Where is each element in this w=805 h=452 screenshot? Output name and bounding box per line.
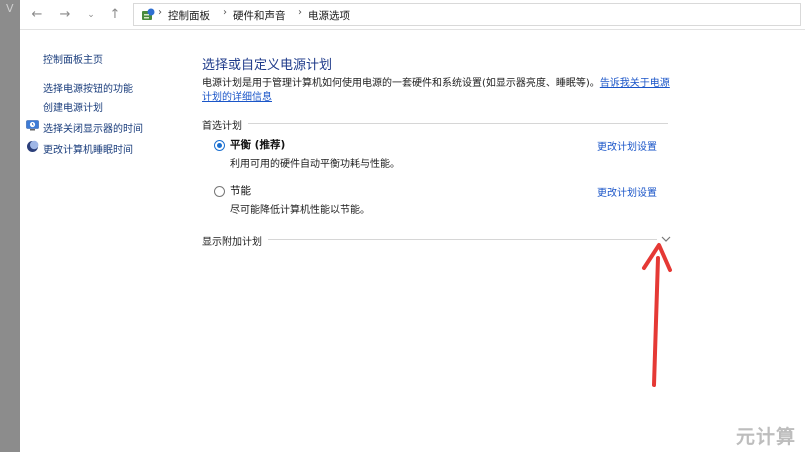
watermark: 元计算 xyxy=(736,426,797,448)
sidebar-item-create-plan[interactable]: 创建电源计划 xyxy=(43,99,103,114)
additional-plans-divider xyxy=(202,239,657,240)
monitor-clock-icon xyxy=(26,120,39,131)
background-window-strip: V xyxy=(0,0,20,452)
breadcrumb-power-options[interactable]: 电源选项 xyxy=(308,8,350,23)
breadcrumb-separator: › xyxy=(223,7,227,18)
page-title: 选择或自定义电源计划 xyxy=(202,58,333,73)
plan-power-saver-name[interactable]: 节能 xyxy=(230,183,251,198)
breadcrumb-separator: › xyxy=(158,7,162,18)
sidebar-item-sleep-time[interactable]: 更改计算机睡眠时间 xyxy=(43,141,133,156)
plan-power-saver-change-settings-link[interactable]: 更改计划设置 xyxy=(597,184,657,199)
sidebar-item-home[interactable]: 控制面板主页 xyxy=(43,51,103,66)
plan-balanced-desc: 利用可用的硬件自动平衡功耗与性能。 xyxy=(230,159,400,170)
address-field[interactable]: › 控制面板 › 硬件和声音 › 电源选项 xyxy=(133,3,801,26)
background-window-glyph: V xyxy=(6,2,14,15)
moon-icon xyxy=(27,140,39,152)
chevron-down-icon[interactable]: ⌄ xyxy=(82,6,100,24)
chevron-down-icon[interactable] xyxy=(660,234,672,244)
sidebar-item-display-off[interactable]: 选择关闭显示器的时间 xyxy=(43,120,143,135)
breadcrumb-control-panel[interactable]: 控制面板 xyxy=(168,8,210,23)
address-bar: ← → ⌄ ↑ › 控制面板 › 硬件和声音 › 电源选项 xyxy=(20,0,805,30)
description-text: 电源计划是用于管理计算机如何使用电源的一套硬件和系统设置(如显示器亮度、睡眠等)… xyxy=(202,78,600,89)
sidebar-item-power-button[interactable]: 选择电源按钮的功能 xyxy=(43,80,133,95)
breadcrumb-separator: › xyxy=(298,7,302,18)
page-description: 电源计划是用于管理计算机如何使用电源的一套硬件和系统设置(如显示器亮度、睡眠等)… xyxy=(202,77,672,105)
plan-balanced-radio[interactable] xyxy=(214,140,225,151)
control-panel-icon xyxy=(142,8,155,20)
plan-balanced-change-settings-link[interactable]: 更改计划设置 xyxy=(597,138,657,153)
red-annotation-arrow xyxy=(642,243,672,387)
arrow-up-icon[interactable]: ↑ xyxy=(106,6,124,24)
preferred-plans-label: 首选计划 xyxy=(202,117,248,132)
plan-power-saver-desc: 尽可能降低计算机性能以节能。 xyxy=(230,205,370,216)
show-additional-plans-label[interactable]: 显示附加计划 xyxy=(202,233,268,248)
plan-balanced-name[interactable]: 平衡 (推荐) xyxy=(230,137,285,152)
section-divider xyxy=(202,123,668,124)
arrow-right-icon[interactable]: → xyxy=(56,6,74,24)
arrow-left-icon[interactable]: ← xyxy=(28,6,46,24)
control-panel-window: ← → ⌄ ↑ › 控制面板 › 硬件和声音 › 电源选项 控制面板主页 选择电… xyxy=(20,0,805,452)
breadcrumb-hardware-sound[interactable]: 硬件和声音 xyxy=(233,8,286,23)
plan-power-saver-radio[interactable] xyxy=(214,186,225,197)
